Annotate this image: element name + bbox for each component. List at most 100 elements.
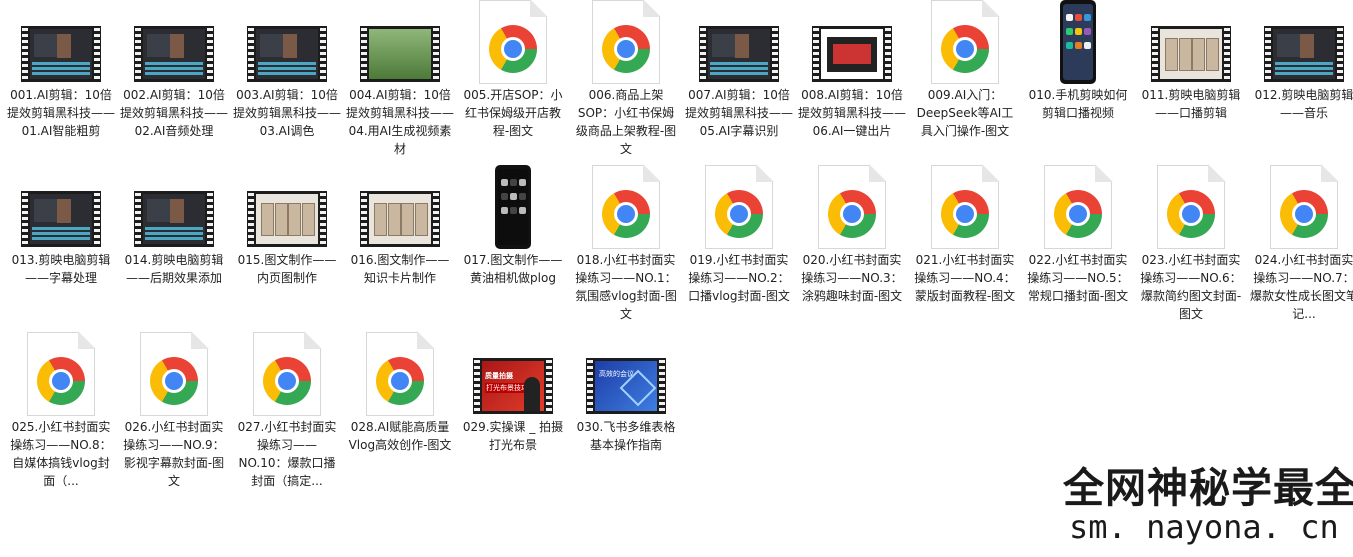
file-item[interactable]: 007.AI剪辑：10倍提效剪辑黑科技——05.AI字幕识别 [685, 0, 793, 165]
chrome-html-icon [479, 0, 548, 84]
preview-frame [170, 199, 184, 223]
file-item[interactable]: 021.小红书封面实操练习——NO.4：蒙版封面教程-图文 [911, 164, 1019, 330]
chrome-html-icon [1270, 164, 1339, 249]
chrome-logo-core [1182, 205, 1200, 223]
chrome-html-icon [253, 331, 322, 416]
video-film-strip [812, 26, 892, 82]
file-item[interactable]: 002.AI剪辑：10倍提效剪辑黑科技——02.AI音频处理 [120, 0, 228, 165]
file-item[interactable]: 015.图文制作——内页图制作 [233, 165, 341, 330]
film-perforations [659, 360, 665, 412]
phone-screen [498, 169, 528, 245]
chrome-logo-icon [715, 190, 763, 238]
chrome-html-icon [140, 331, 209, 416]
chrome-logo-icon [941, 190, 989, 238]
file-item[interactable]: 005.开店SOP：小红书保姆级开店教程-图文 [459, 0, 567, 165]
file-item[interactable]: 027.小红书封面实操练习——NO.10：爆款口播封面（搞定... [233, 331, 341, 497]
file-item[interactable]: 004.AI剪辑：10倍提效剪辑黑科技——04.用AI生成视频素材 [346, 0, 454, 165]
chrome-html-icon [931, 0, 1000, 84]
file-item[interactable]: 025.小红书封面实操练习——NO.8：自媒体搞钱vlog封面（... [7, 331, 115, 497]
file-thumbnail [459, 0, 567, 86]
timeline-track [145, 67, 203, 70]
file-name-label: 006.商品上架SOP：小红书保姆级商品上架教程-图文 [575, 88, 677, 156]
editor-panel [259, 34, 285, 57]
preview-frame [1300, 34, 1314, 58]
file-item[interactable]: 008.AI剪辑：10倍提效剪辑黑科技——06.AI一键出片 [798, 0, 906, 165]
file-name-label: 001.AI剪辑：10倍提效剪辑黑科技——01.AI智能粗剪 [7, 88, 115, 138]
app-tile [1066, 28, 1073, 35]
file-item[interactable]: 016.图文制作——知识卡片制作 [346, 165, 454, 330]
video-preview: 质量拍摄 打光布景技巧 [482, 361, 544, 411]
file-item[interactable]: 006.商品上架SOP：小红书保姆级商品上架教程-图文 [572, 0, 680, 165]
file-item[interactable]: 009.AI入门：DeepSeek等AI工具入门操作-图文 [911, 0, 1019, 165]
chrome-html-icon [366, 331, 435, 416]
app-tile [510, 179, 517, 186]
video-preview [369, 29, 431, 79]
chrome-logo-icon [602, 25, 650, 73]
file-thumbnail [1137, 164, 1245, 251]
film-perforations [700, 28, 706, 80]
film-perforations [135, 28, 141, 80]
video-film-strip [21, 26, 101, 82]
timeline-track [258, 67, 316, 70]
video-film-strip [134, 191, 214, 247]
file-name-label: 025.小红书封面实操练习——NO.8：自媒体搞钱vlog封面（... [10, 420, 112, 488]
file-item[interactable]: 010.手机剪映如何剪辑口播视频 [1024, 0, 1132, 165]
file-thumbnail [911, 0, 1019, 86]
file-item[interactable]: 023.小红书封面实操练习——NO.6：爆款简约图文封面-图文 [1137, 164, 1245, 330]
file-item[interactable]: 018.小红书封面实操练习——NO.1：氛围感vlog封面-图文 [572, 164, 680, 330]
file-item[interactable]: 003.AI剪辑：10倍提效剪辑黑科技——03.AI调色 [233, 0, 341, 165]
file-item[interactable]: 012.剪映电脑剪辑——音乐 [1250, 0, 1353, 165]
video-preview [30, 29, 92, 79]
file-item[interactable]: 011.剪映电脑剪辑——口播剪辑 [1137, 0, 1245, 165]
file-thumbnail [233, 165, 341, 251]
chrome-logo-icon [263, 357, 311, 405]
page-fold [417, 331, 435, 349]
file-item[interactable]: 022.小红书封面实操练习——NO.5：常规口播封面-图文 [1024, 164, 1132, 330]
editor-panel [1276, 34, 1302, 57]
file-thumbnail [120, 331, 228, 418]
file-thumbnail [7, 165, 115, 251]
app-tile [1084, 14, 1091, 21]
chrome-logo-core [617, 40, 635, 58]
file-item[interactable]: 质量拍摄 打光布景技巧 029.实操课 _ 拍摄打光布景 [459, 332, 567, 497]
timeline-track [145, 72, 203, 75]
file-item[interactable]: 001.AI剪辑：10倍提效剪辑黑科技——01.AI智能粗剪 [7, 0, 115, 165]
chrome-logo-icon [376, 357, 424, 405]
film-perforations [361, 28, 367, 80]
page-fold [78, 331, 96, 349]
file-item[interactable]: 高效的会议 030.飞书多维表格基本操作指南 [572, 332, 680, 497]
editor-panel [33, 34, 59, 57]
timeline-track [32, 62, 90, 65]
file-item[interactable]: 020.小红书封面实操练习——NO.3：涂鸦趣味封面-图文 [798, 164, 906, 330]
app-tile [501, 207, 508, 214]
page-card [414, 203, 429, 236]
file-name-label: 027.小红书封面实操练习——NO.10：爆款口播封面（搞定... [237, 420, 337, 488]
file-thumbnail [1137, 0, 1245, 86]
film-perforations [885, 28, 891, 80]
app-tile [1084, 42, 1091, 49]
file-item[interactable]: 024.小红书封面实操练习——NO.7：爆款女性成长图文笔记... [1250, 164, 1353, 330]
editor-panel [146, 34, 172, 57]
film-perforations [587, 360, 593, 412]
phone-screenshot-icon [495, 165, 531, 249]
chrome-html-icon [592, 164, 661, 249]
file-name-label: 029.实操课 _ 拍摄打光布景 [462, 420, 564, 452]
file-name-label: 024.小红书封面实操练习——NO.7：爆款女性成长图文笔记... [1250, 253, 1353, 321]
file-item[interactable]: 028.AI赋能高质量Vlog高效创作-图文 [346, 331, 454, 497]
file-thumbnail [346, 0, 454, 86]
file-item[interactable]: 019.小红书封面实操练习——NO.2：口播vlog封面-图文 [685, 164, 793, 330]
file-item[interactable]: 026.小红书封面实操练习——NO.9：影视字幕款封面-图文 [120, 331, 228, 497]
file-item[interactable]: 017.图文制作——黄油相机做plog [459, 165, 567, 330]
file-item[interactable]: 013.剪映电脑剪辑——字幕处理 [7, 165, 115, 330]
timeline-track [32, 237, 90, 240]
chrome-logo-core [504, 40, 522, 58]
file-thumbnail [7, 0, 115, 86]
file-item[interactable]: 014.剪映电脑剪辑——后期效果添加 [120, 165, 228, 330]
film-perforations [248, 28, 254, 80]
phone-screenshot-icon [1060, 0, 1096, 84]
timeline-track [710, 67, 768, 70]
film-perforations [320, 28, 326, 80]
timeline-track [145, 62, 203, 65]
preview-frame [57, 199, 71, 223]
file-thumbnail [1024, 0, 1132, 86]
